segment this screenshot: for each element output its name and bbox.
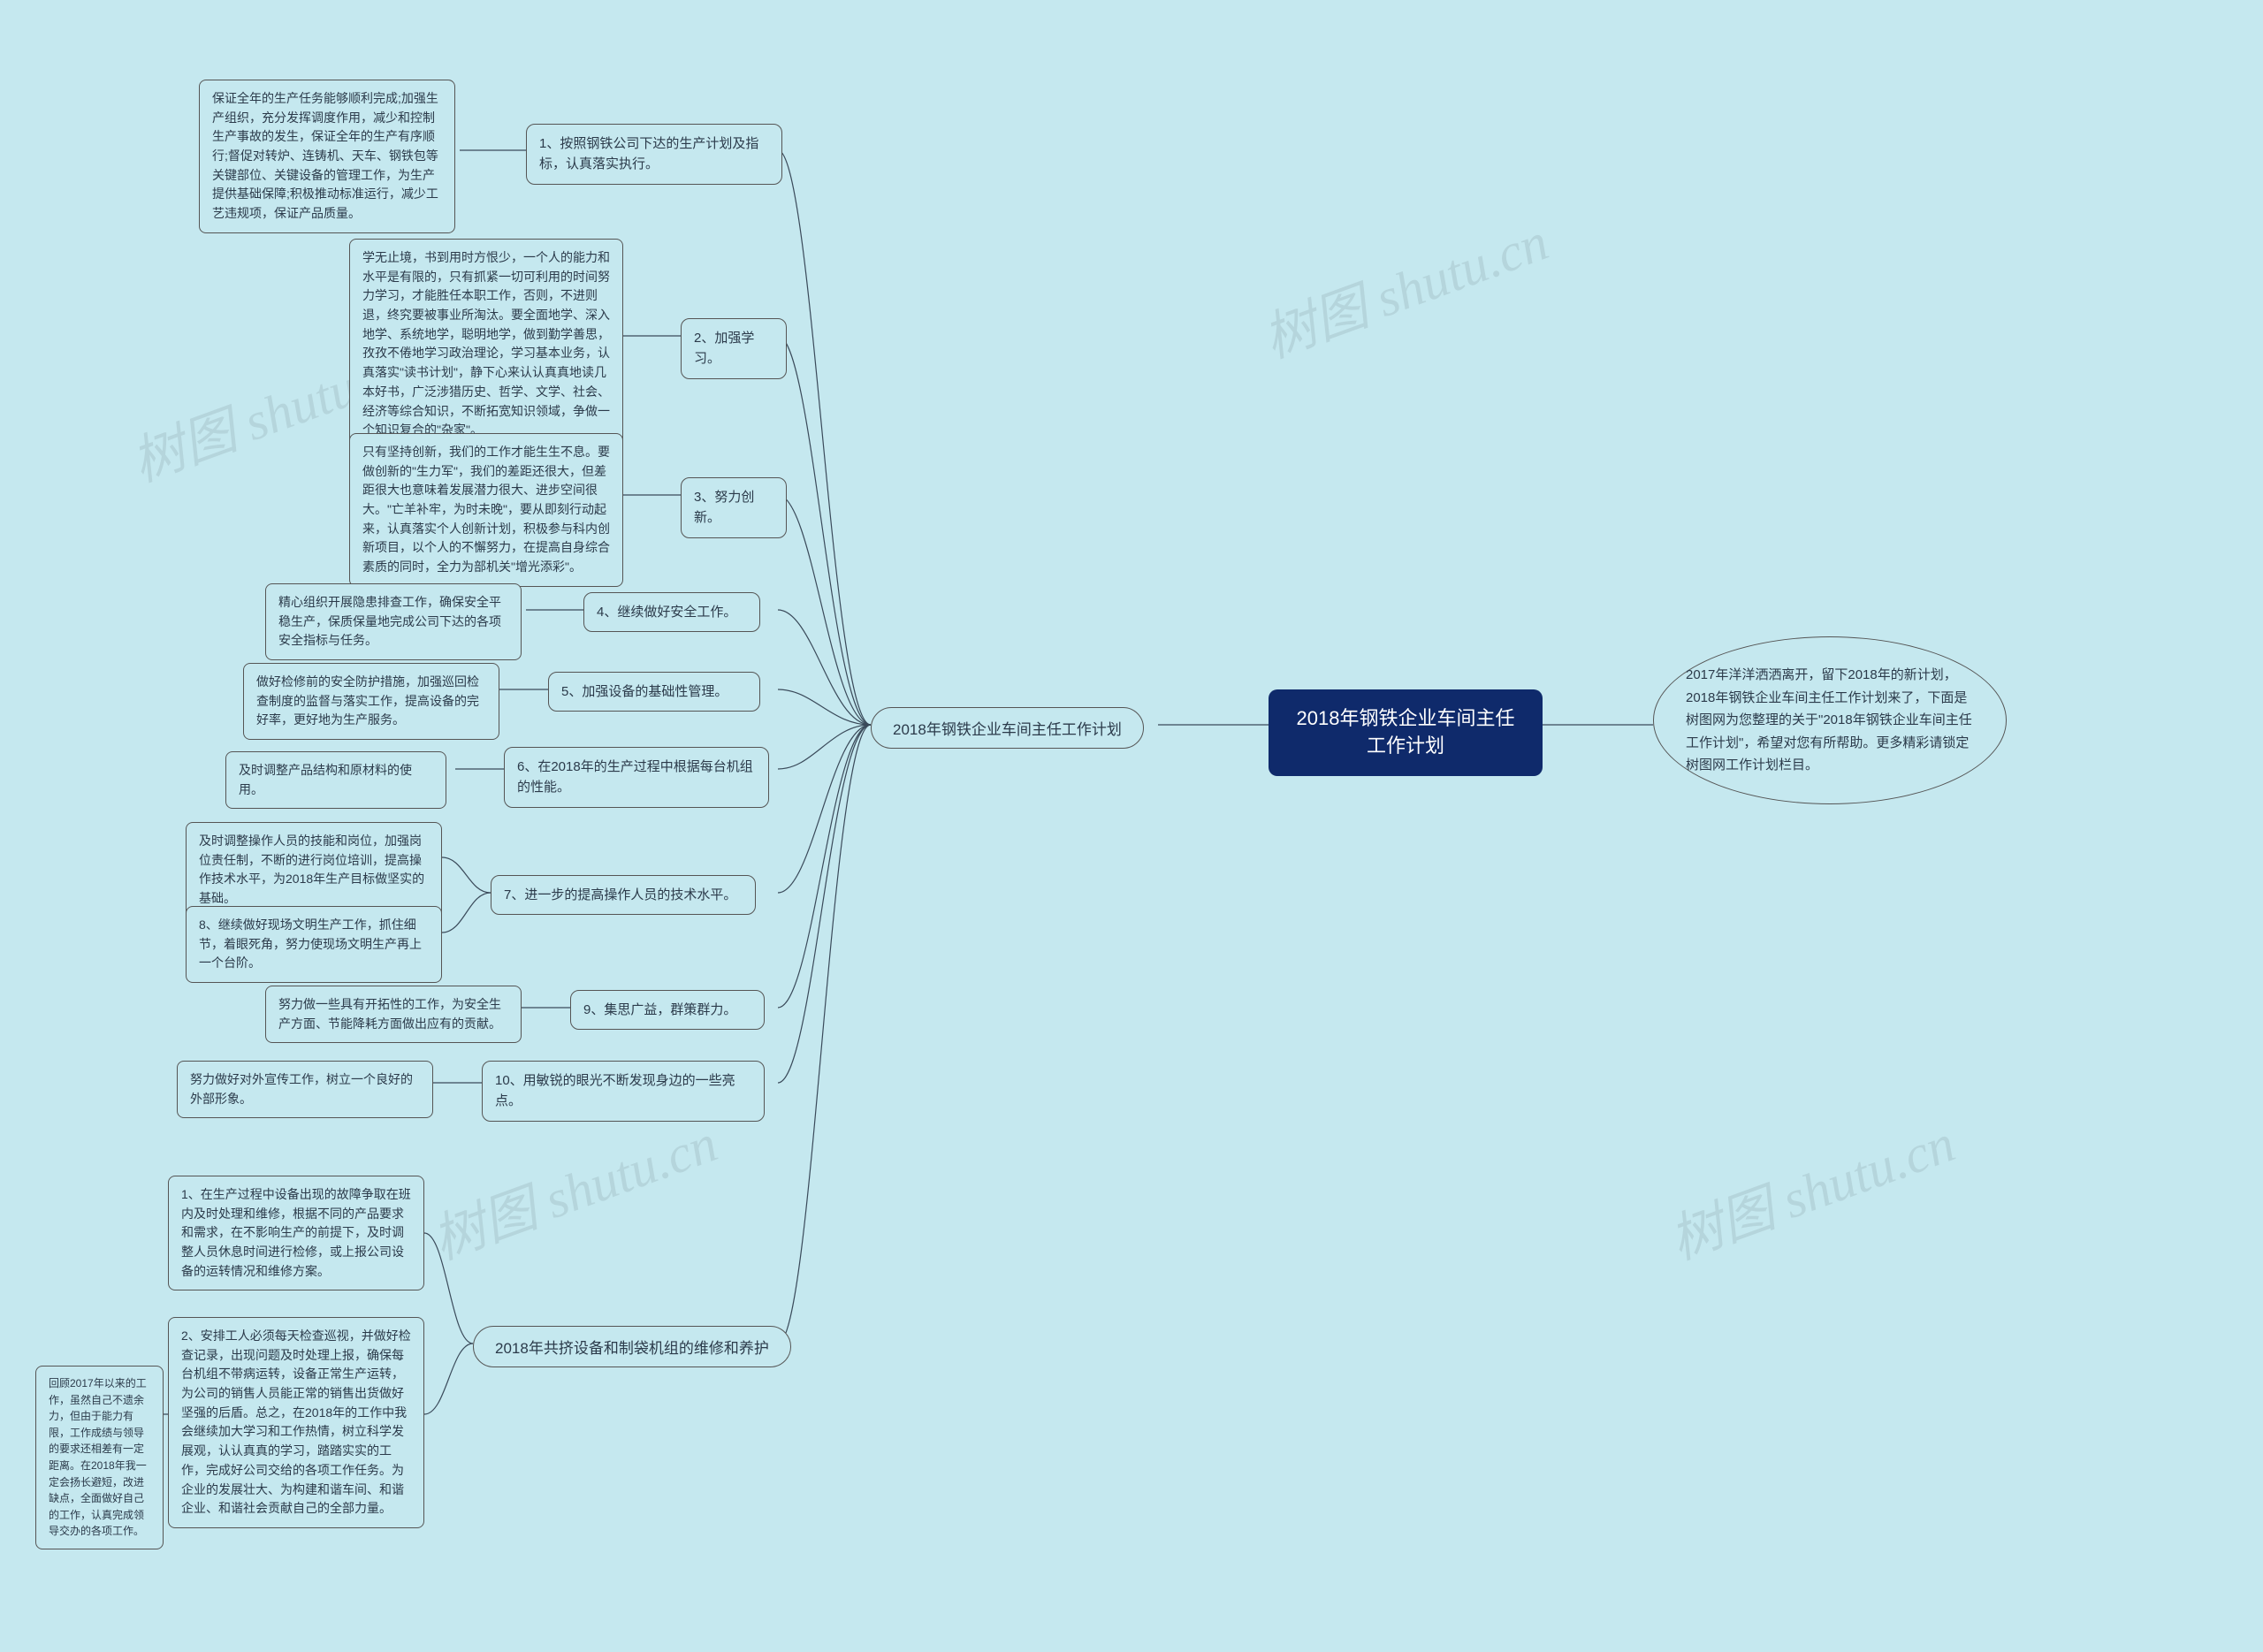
item-1-leaf: 保证全年的生产任务能够顺利完成;加强生产组织，充分发挥调度作用，减少和控制生产事… (199, 80, 455, 233)
item-7-leaf-1: 及时调整操作人员的技能和岗位，加强岗位责任制，不断的进行岗位培训，提高操作技术水… (186, 822, 442, 918)
watermark: 树图 shutu.cn (1251, 199, 1557, 373)
item-6: 6、在2018年的生产过程中根据每台机组的性能。 (504, 747, 769, 808)
item-10-leaf: 努力做好对外宣传工作，树立一个良好的外部形象。 (177, 1061, 433, 1118)
branch-a-title: 2018年钢铁企业车间主任工作计划 (871, 707, 1144, 749)
branch-b-item-1: 1、在生产过程中设备出现的故障争取在班内及时处理和维修，根据不同的产品要求和需求… (168, 1176, 424, 1290)
item-9-leaf: 努力做一些具有开拓性的工作，为安全生产方面、节能降耗方面做出应有的贡献。 (265, 986, 522, 1043)
item-4-leaf: 精心组织开展隐患排查工作，确保安全平稳生产，保质保量地完成公司下达的各项安全指标… (265, 583, 522, 660)
watermark: 树图 shutu.cn (420, 1100, 726, 1275)
item-7-leaf-2: 8、继续做好现场文明生产工作，抓住细节，着眼死角，努力使现场文明生产再上一个台阶… (186, 906, 442, 983)
item-9: 9、集思广益，群策群力。 (570, 990, 765, 1030)
item-3: 3、努力创新。 (681, 477, 787, 538)
item-1: 1、按照钢铁公司下达的生产计划及指标，认真落实执行。 (526, 124, 782, 185)
item-2-leaf: 学无止境，书到用时方恨少，一个人的能力和水平是有限的，只有抓紧一切可利用的时间努… (349, 239, 623, 450)
watermark: 树图 shutu.cn (1657, 1100, 1963, 1275)
item-5: 5、加强设备的基础性管理。 (548, 672, 760, 712)
item-2: 2、加强学习。 (681, 318, 787, 379)
item-10: 10、用敏锐的眼光不断发现身边的一些亮点。 (482, 1061, 765, 1122)
item-5-leaf: 做好检修前的安全防护措施，加强巡回检查制度的监督与落实工作，提高设备的完好率，更… (243, 663, 499, 740)
item-6-leaf: 及时调整产品结构和原材料的使用。 (225, 751, 446, 809)
item-7: 7、进一步的提高操作人员的技术水平。 (491, 875, 756, 915)
branch-b-item-2: 2、安排工人必须每天检查巡视，并做好检查记录，出现问题及时处理上报，确保每台机组… (168, 1317, 424, 1528)
branch-b-title: 2018年共挤设备和制袋机组的维修和养护 (473, 1326, 791, 1367)
root-node: 2018年钢铁企业车间主任工作计划 (1269, 689, 1543, 776)
intro-node: 2017年洋洋洒洒离开，留下2018年的新计划，2018年钢铁企业车间主任工作计… (1653, 636, 2007, 804)
branch-b-item-3: 回顾2017年以来的工作，虽然自己不遗余力，但由于能力有限，工作成绩与领导的要求… (35, 1366, 164, 1549)
item-4: 4、继续做好安全工作。 (583, 592, 760, 632)
item-3-leaf: 只有坚持创新，我们的工作才能生生不息。要做创新的"生力军"，我们的差距还很大，但… (349, 433, 623, 587)
